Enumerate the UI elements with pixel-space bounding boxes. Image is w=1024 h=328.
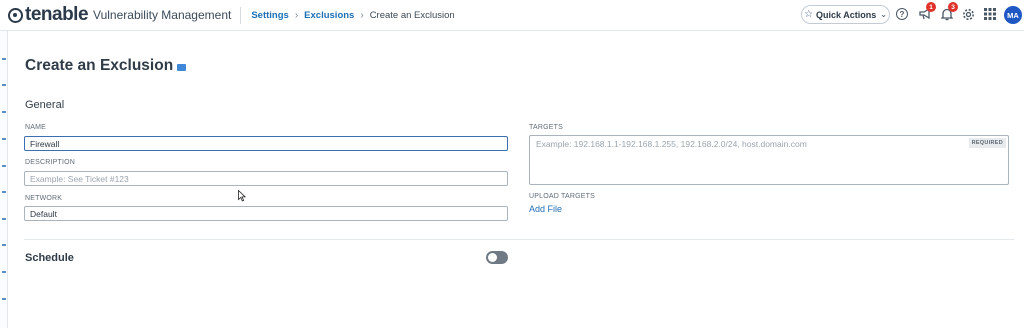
product-name: Vulnerability Management [93,8,232,22]
chevron-right-icon: › [294,9,299,21]
star-icon: ☆ [804,9,814,20]
announcements-button[interactable]: 1 [917,2,936,22]
network-input[interactable] [24,206,508,221]
targets-textarea[interactable]: Example: 192.168.1.1-192.168.1.255, 192.… [529,135,1009,185]
breadcrumb-current: Create an Exclusion [369,9,455,21]
help-icon: ? [896,8,908,20]
targets-label: TARGETS [529,124,563,131]
schedule-section-title: Schedule [25,252,74,264]
book-icon[interactable] [177,64,187,71]
description-input[interactable] [24,171,508,186]
help-button[interactable]: ? [894,6,910,22]
name-label: NAME [25,124,47,131]
chevron-down-icon: ⌄ [880,10,887,19]
settings-button[interactable] [960,6,976,22]
general-section-title: General [25,99,65,111]
breadcrumb-settings[interactable]: Settings [251,10,288,21]
breadcrumb-exclusions[interactable]: Exclusions [304,10,354,21]
apps-grid-icon [984,8,996,20]
breadcrumb: Settings › Exclusions › Create an Exclus… [251,10,454,21]
notifications-button[interactable]: 3 [939,2,958,22]
gear-icon [962,8,974,20]
announcements-badge: 1 [926,2,936,12]
header-divider [240,6,242,24]
quick-actions-label: Quick Actions [816,9,877,20]
upload-targets-label: UPLOAD TARGETS [529,193,595,200]
page-title-text: Create an Exclusion [25,57,174,74]
brand-name: tenable [25,4,89,25]
user-avatar[interactable]: MA [1004,6,1022,24]
required-badge: REQUIRED [968,138,1006,148]
description-label: DESCRIPTION [25,159,76,166]
add-file-link[interactable]: Add File [529,204,562,214]
notifications-badge: 3 [948,2,958,12]
page-title: Create an Exclusion [25,57,187,75]
section-divider [24,239,1014,240]
quick-actions-button[interactable]: ☆ Quick Actions ⌄ [801,5,890,24]
tenable-logo[interactable]: tenable [8,4,89,26]
schedule-toggle[interactable] [486,251,508,264]
left-edge-strip [0,0,8,328]
targets-placeholder: Example: 192.168.1.1-192.168.1.255, 192.… [536,139,807,149]
tenable-logo-icon [8,7,23,23]
app-switcher-button[interactable] [982,6,998,22]
network-label: NETWORK [25,195,63,202]
chevron-right-icon: › [360,9,364,21]
mouse-cursor-icon [238,190,246,202]
name-input[interactable] [24,136,508,151]
